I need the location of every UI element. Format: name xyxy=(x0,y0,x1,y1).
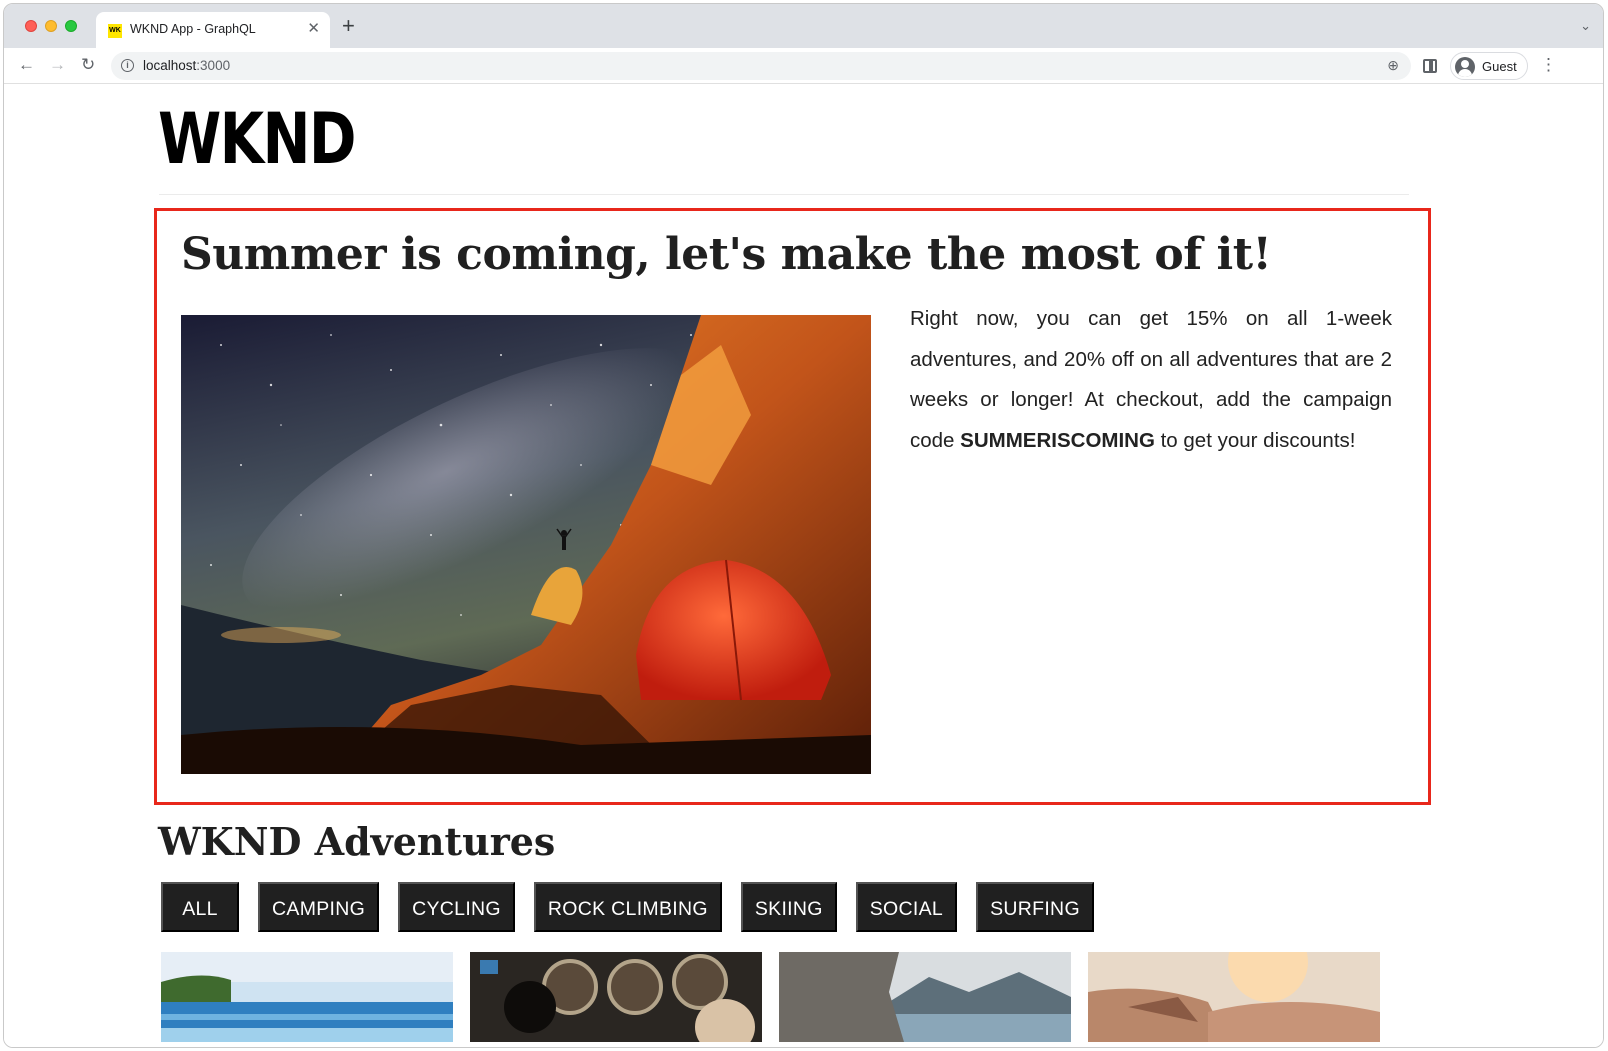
camping-night-illustration xyxy=(181,315,871,774)
filter-skiing-button[interactable]: SKIING xyxy=(740,882,837,932)
close-tab-icon[interactable]: ✕ xyxy=(307,20,320,38)
minimize-window-button[interactable] xyxy=(45,20,57,32)
browser-window: WK WKND App - GraphQL ✕ + ⌄ ← → ↻ i loca… xyxy=(3,3,1604,1048)
adventure-card-rocks[interactable] xyxy=(1088,952,1380,1042)
adventure-card-surf[interactable] xyxy=(161,952,453,1042)
tab-title: WKND App - GraphQL xyxy=(130,22,256,36)
promo-description: Right now, you can get 15% on all 1-week… xyxy=(910,299,1392,461)
close-window-button[interactable] xyxy=(25,20,37,32)
desert-rocks-image xyxy=(1088,952,1380,1042)
forward-arrow-icon[interactable]: → xyxy=(49,55,66,75)
promo-image xyxy=(181,315,871,774)
info-icon[interactable]: i xyxy=(121,59,134,72)
tab-wknd-app[interactable]: WK WKND App - GraphQL ✕ xyxy=(96,12,330,48)
adventure-filters: ALL CAMPING CYCLING ROCK CLIMBING SKIING… xyxy=(161,882,1094,932)
filter-camping-button[interactable]: CAMPING xyxy=(258,882,380,932)
avatar-icon xyxy=(1455,57,1475,77)
mountain-lake-image xyxy=(779,952,1071,1042)
browser-toolbar: ← → ↻ i localhost:3000 ⊕ Guest ⋮ xyxy=(4,48,1603,84)
filter-surfing-button[interactable]: SURFING xyxy=(976,882,1094,932)
back-arrow-icon[interactable]: ← xyxy=(18,55,35,75)
filter-all-button[interactable]: ALL xyxy=(161,882,239,932)
adventure-card-social[interactable] xyxy=(470,952,762,1042)
filter-social-button[interactable]: SOCIAL xyxy=(855,882,958,932)
filter-cycling-button[interactable]: CYCLING xyxy=(398,882,515,932)
address-bar[interactable]: i localhost:3000 ⊕ xyxy=(111,52,1411,80)
side-panel-icon[interactable] xyxy=(1423,59,1437,73)
url-host: localhost xyxy=(143,58,197,73)
profile-button[interactable]: Guest xyxy=(1450,52,1528,80)
wknd-logo[interactable]: WKND xyxy=(158,99,357,179)
page-content: WKND Summer is coming, let's make the mo… xyxy=(4,85,1603,1047)
filter-rock-climbing-button[interactable]: ROCK CLIMBING xyxy=(533,882,722,932)
chevron-down-icon[interactable]: ⌄ xyxy=(1580,18,1591,34)
adventures-title: WKND Adventures xyxy=(158,819,556,864)
beach-image xyxy=(161,952,453,1042)
header-divider xyxy=(159,194,1409,195)
promo-section: Summer is coming, let's make the most of… xyxy=(154,208,1431,805)
profile-label: Guest xyxy=(1482,59,1517,74)
maximize-window-button[interactable] xyxy=(65,20,77,32)
adventure-card-climbing[interactable] xyxy=(779,952,1071,1042)
url-port: :3000 xyxy=(196,58,231,73)
more-menu-icon[interactable]: ⋮ xyxy=(1540,54,1557,76)
zoom-icon[interactable]: ⊕ xyxy=(1387,57,1399,74)
adventure-cards xyxy=(161,952,1380,1042)
new-tab-icon[interactable]: + xyxy=(342,15,355,37)
promo-title: Summer is coming, let's make the most of… xyxy=(181,229,1272,280)
url-text: localhost:3000 xyxy=(143,58,230,73)
promo-text-after: to get your discounts! xyxy=(1154,428,1356,452)
tab-strip: WK WKND App - GraphQL ✕ + ⌄ xyxy=(4,4,1603,48)
barrels-image xyxy=(470,952,762,1042)
reload-icon[interactable]: ↻ xyxy=(81,55,95,75)
promo-code: SUMMERISCOMING xyxy=(960,428,1155,452)
wknd-favicon-icon: WK xyxy=(108,24,122,38)
